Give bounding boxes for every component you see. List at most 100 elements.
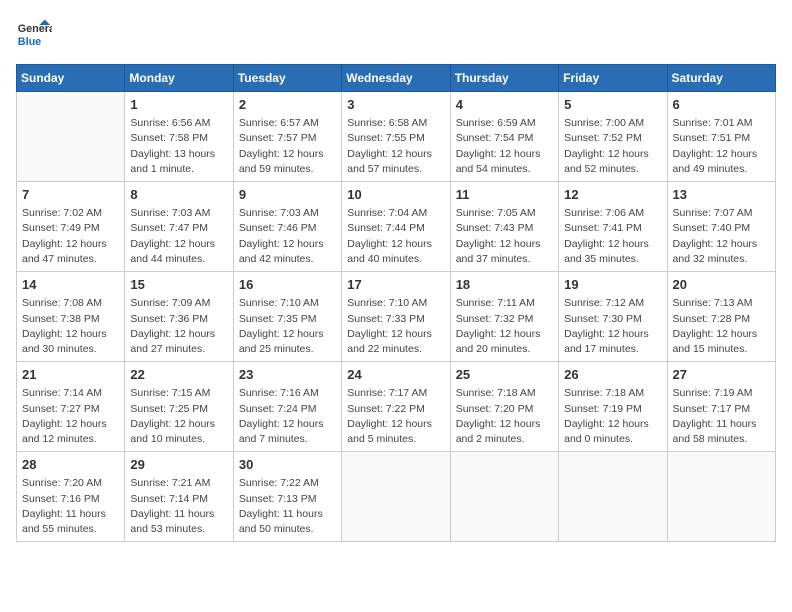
day-info: Sunrise: 7:08 AMSunset: 7:38 PMDaylight:… [22, 296, 119, 357]
day-number: 8 [130, 186, 227, 204]
day-number: 1 [130, 96, 227, 114]
day-info: Sunrise: 7:02 AMSunset: 7:49 PMDaylight:… [22, 206, 119, 267]
calendar-cell: 25 Sunrise: 7:18 AMSunset: 7:20 PMDayligh… [450, 362, 558, 452]
calendar-cell: 14 Sunrise: 7:08 AMSunset: 7:38 PMDayligh… [17, 272, 125, 362]
day-number: 11 [456, 186, 553, 204]
calendar-cell: 4Sunrise: 6:59 AMSunset: 7:54 PMDaylight… [450, 92, 558, 182]
calendar-cell: 10Sunrise: 7:04 AMSunset: 7:44 PMDayligh… [342, 182, 450, 272]
day-info: Sunrise: 7:18 AMSunset: 7:20 PMDaylight:… [456, 386, 553, 447]
calendar-cell: 5 Sunrise: 7:00 AMSunset: 7:52 PMDaylight… [559, 92, 667, 182]
calendar-cell: 29 Sunrise: 7:21 AMSunset: 7:14 PMDayligh… [125, 452, 233, 542]
logo: GeneralBlue [16, 16, 52, 52]
week-row-4: 28Sunrise: 7:20 AMSunset: 7:16 PMDayligh… [17, 452, 776, 542]
day-number: 13 [673, 186, 770, 204]
day-info: Sunrise: 7:06 AMSunset: 7:41 PMDaylight:… [564, 206, 661, 267]
col-header-friday: Friday [559, 65, 667, 92]
col-header-sunday: Sunday [17, 65, 125, 92]
calendar-cell: 28Sunrise: 7:20 AMSunset: 7:16 PMDayligh… [17, 452, 125, 542]
day-info: Sunrise: 7:16 AMSunset: 7:24 PMDaylight:… [239, 386, 336, 447]
day-number: 9 [239, 186, 336, 204]
week-row-0: 1 Sunrise: 6:56 AMSunset: 7:58 PMDaylight… [17, 92, 776, 182]
day-info: Sunrise: 7:03 AMSunset: 7:47 PMDaylight:… [130, 206, 227, 267]
calendar-cell: 9 Sunrise: 7:03 AMSunset: 7:46 PMDaylight… [233, 182, 341, 272]
day-info: Sunrise: 7:13 AMSunset: 7:28 PMDaylight:… [673, 296, 770, 357]
calendar-cell [17, 92, 125, 182]
day-number: 22 [130, 366, 227, 384]
calendar-cell: 3 Sunrise: 6:58 AMSunset: 7:55 PMDaylight… [342, 92, 450, 182]
day-number: 18 [456, 276, 553, 294]
day-info: Sunrise: 7:07 AMSunset: 7:40 PMDaylight:… [673, 206, 770, 267]
day-info: Sunrise: 7:17 AMSunset: 7:22 PMDaylight:… [347, 386, 444, 447]
calendar-cell [667, 452, 775, 542]
calendar-cell [342, 452, 450, 542]
calendar-cell: 19 Sunrise: 7:12 AMSunset: 7:30 PMDayligh… [559, 272, 667, 362]
day-number: 27 [673, 366, 770, 384]
calendar-cell: 17 Sunrise: 7:10 AMSunset: 7:33 PMDayligh… [342, 272, 450, 362]
day-number: 30 [239, 456, 336, 474]
week-row-3: 21Sunrise: 7:14 AMSunset: 7:27 PMDayligh… [17, 362, 776, 452]
calendar-cell: 27 Sunrise: 7:19 AMSunset: 7:17 PMDayligh… [667, 362, 775, 452]
calendar-cell [450, 452, 558, 542]
calendar-cell: 12 Sunrise: 7:06 AMSunset: 7:41 PMDayligh… [559, 182, 667, 272]
day-info: Sunrise: 7:00 AMSunset: 7:52 PMDaylight:… [564, 116, 661, 177]
day-number: 25 [456, 366, 553, 384]
day-number: 3 [347, 96, 444, 114]
calendar-cell: 1 Sunrise: 6:56 AMSunset: 7:58 PMDaylight… [125, 92, 233, 182]
day-info: Sunrise: 7:12 AMSunset: 7:30 PMDaylight:… [564, 296, 661, 357]
calendar-cell: 16Sunrise: 7:10 AMSunset: 7:35 PMDayligh… [233, 272, 341, 362]
day-number: 7 [22, 186, 119, 204]
day-info: Sunrise: 7:10 AMSunset: 7:35 PMDaylight:… [239, 296, 336, 357]
calendar-cell: 21Sunrise: 7:14 AMSunset: 7:27 PMDayligh… [17, 362, 125, 452]
calendar-table: SundayMondayTuesdayWednesdayThursdayFrid… [16, 64, 776, 542]
calendar-cell: 23Sunrise: 7:16 AMSunset: 7:24 PMDayligh… [233, 362, 341, 452]
day-info: Sunrise: 7:20 AMSunset: 7:16 PMDaylight:… [22, 476, 119, 537]
day-number: 19 [564, 276, 661, 294]
week-row-2: 14 Sunrise: 7:08 AMSunset: 7:38 PMDayligh… [17, 272, 776, 362]
day-number: 12 [564, 186, 661, 204]
week-row-1: 7 Sunrise: 7:02 AMSunset: 7:49 PMDaylight… [17, 182, 776, 272]
day-info: Sunrise: 7:19 AMSunset: 7:17 PMDaylight:… [673, 386, 770, 447]
col-header-thursday: Thursday [450, 65, 558, 92]
day-number: 15 [130, 276, 227, 294]
day-number: 26 [564, 366, 661, 384]
calendar-cell: 7 Sunrise: 7:02 AMSunset: 7:49 PMDaylight… [17, 182, 125, 272]
calendar-cell: 6Sunrise: 7:01 AMSunset: 7:51 PMDaylight… [667, 92, 775, 182]
day-number: 21 [22, 366, 119, 384]
day-info: Sunrise: 7:03 AMSunset: 7:46 PMDaylight:… [239, 206, 336, 267]
col-header-wednesday: Wednesday [342, 65, 450, 92]
day-number: 6 [673, 96, 770, 114]
col-header-tuesday: Tuesday [233, 65, 341, 92]
calendar-cell: 20 Sunrise: 7:13 AMSunset: 7:28 PMDayligh… [667, 272, 775, 362]
day-info: Sunrise: 7:15 AMSunset: 7:25 PMDaylight:… [130, 386, 227, 447]
day-info: Sunrise: 6:59 AMSunset: 7:54 PMDaylight:… [456, 116, 553, 177]
day-number: 5 [564, 96, 661, 114]
day-info: Sunrise: 6:57 AMSunset: 7:57 PMDaylight:… [239, 116, 336, 177]
day-number: 29 [130, 456, 227, 474]
col-header-monday: Monday [125, 65, 233, 92]
calendar-cell: 13 Sunrise: 7:07 AMSunset: 7:40 PMDayligh… [667, 182, 775, 272]
day-number: 14 [22, 276, 119, 294]
calendar-cell: 2 Sunrise: 6:57 AMSunset: 7:57 PMDaylight… [233, 92, 341, 182]
calendar-cell: 11 Sunrise: 7:05 AMSunset: 7:43 PMDayligh… [450, 182, 558, 272]
calendar-cell: 22 Sunrise: 7:15 AMSunset: 7:25 PMDayligh… [125, 362, 233, 452]
svg-text:Blue: Blue [18, 36, 41, 48]
day-info: Sunrise: 6:58 AMSunset: 7:55 PMDaylight:… [347, 116, 444, 177]
calendar-cell: 18 Sunrise: 7:11 AMSunset: 7:32 PMDayligh… [450, 272, 558, 362]
calendar-cell: 8 Sunrise: 7:03 AMSunset: 7:47 PMDaylight… [125, 182, 233, 272]
calendar-header-row: SundayMondayTuesdayWednesdayThursdayFrid… [17, 65, 776, 92]
day-info: Sunrise: 7:22 AMSunset: 7:13 PMDaylight:… [239, 476, 336, 537]
day-number: 2 [239, 96, 336, 114]
calendar-cell: 26Sunrise: 7:18 AMSunset: 7:19 PMDayligh… [559, 362, 667, 452]
day-number: 17 [347, 276, 444, 294]
day-number: 10 [347, 186, 444, 204]
day-info: Sunrise: 7:11 AMSunset: 7:32 PMDaylight:… [456, 296, 553, 357]
page-header: GeneralBlue [16, 16, 776, 52]
calendar-cell: 15Sunrise: 7:09 AMSunset: 7:36 PMDayligh… [125, 272, 233, 362]
calendar-cell: 24Sunrise: 7:17 AMSunset: 7:22 PMDayligh… [342, 362, 450, 452]
day-number: 20 [673, 276, 770, 294]
day-info: Sunrise: 7:21 AMSunset: 7:14 PMDaylight:… [130, 476, 227, 537]
day-info: Sunrise: 7:05 AMSunset: 7:43 PMDaylight:… [456, 206, 553, 267]
logo-icon: GeneralBlue [16, 16, 52, 52]
day-info: Sunrise: 6:56 AMSunset: 7:58 PMDaylight:… [130, 116, 227, 177]
day-info: Sunrise: 7:10 AMSunset: 7:33 PMDaylight:… [347, 296, 444, 357]
